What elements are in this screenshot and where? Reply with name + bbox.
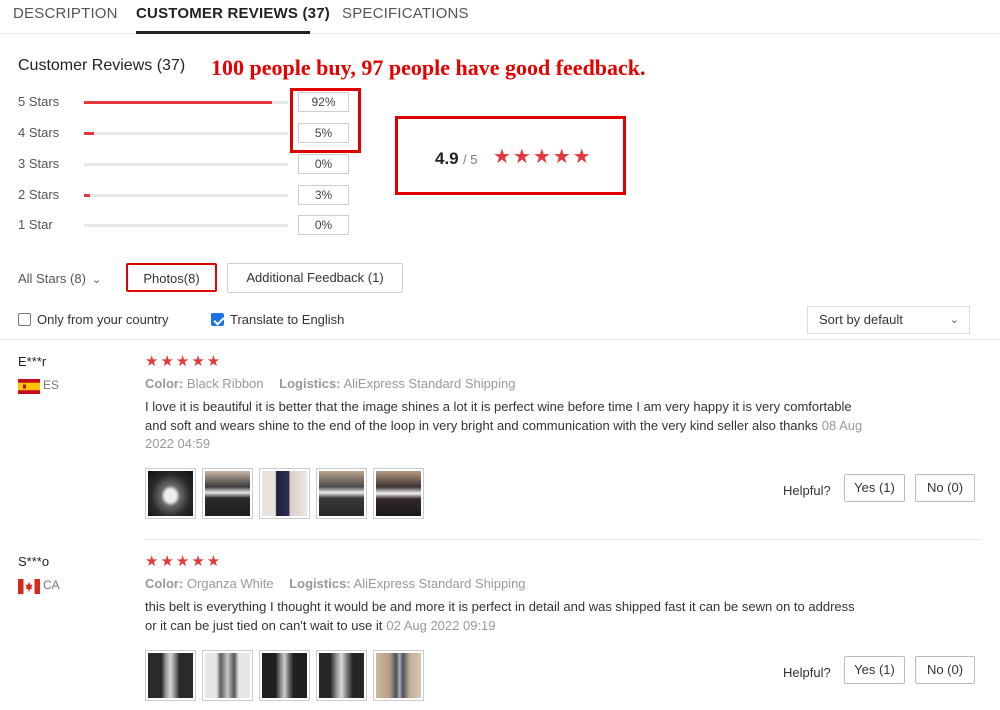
review-photo-thumbnail[interactable] xyxy=(202,468,253,519)
review-item: E***r ES ★★★★★ Color: Black Ribbon Logis… xyxy=(0,354,1000,534)
divider xyxy=(0,339,1000,340)
helpful-label: Helpful? xyxy=(783,483,831,498)
active-tab-indicator xyxy=(136,31,310,34)
promo-annotation: 100 people buy, 97 people have good feed… xyxy=(211,55,646,80)
rating-percent: 0% xyxy=(298,215,349,235)
review-photo-thumbnail[interactable] xyxy=(202,650,253,701)
review-text: I love it is beautiful it is better that… xyxy=(145,398,865,454)
helpful-label: Helpful? xyxy=(783,665,831,680)
sort-select[interactable]: Sort by default ⌄ xyxy=(807,306,970,334)
canada-flag-icon xyxy=(18,579,40,594)
rating-bar-track xyxy=(84,163,288,166)
color-value: Black Ribbon xyxy=(186,376,264,391)
review-meta: Color: Black Ribbon Logistics: AliExpres… xyxy=(145,376,515,391)
logistics-value: AliExpress Standard Shipping xyxy=(343,376,516,391)
rating-row-1[interactable]: 1 Star 0% xyxy=(0,215,360,237)
helpful-yes-button[interactable]: Yes (1) xyxy=(844,474,905,502)
tab-bar: DESCRIPTION CUSTOMER REVIEWS (37) SPECIF… xyxy=(0,0,1000,34)
average-stars-icon: ★★★★★ xyxy=(493,146,593,168)
average-score: 4.9 xyxy=(435,149,459,168)
review-photo-thumbnail[interactable] xyxy=(373,468,424,519)
review-photo-thumbnail[interactable] xyxy=(316,650,367,701)
reviews-summary-title: Customer Reviews (37) xyxy=(18,57,186,74)
rating-row-label: 1 Star xyxy=(18,217,53,232)
rating-bar-track xyxy=(84,224,288,227)
review-stars-icon: ★★★★★ xyxy=(145,553,223,570)
rating-row-label: 2 Stars xyxy=(18,187,60,202)
photos-filter-button[interactable]: Photos(8) xyxy=(126,263,217,292)
review-photo-thumbnail[interactable] xyxy=(259,468,310,519)
rating-bar-fill xyxy=(84,101,272,104)
logistics-label: Logistics: xyxy=(279,376,341,391)
helpful-yes-button[interactable]: Yes (1) xyxy=(844,656,905,684)
logistics-label: Logistics: xyxy=(289,576,351,591)
rating-row-label: 3 Stars xyxy=(18,156,60,171)
review-photo-thumbnail[interactable] xyxy=(259,650,310,701)
only-country-checkbox[interactable] xyxy=(18,313,31,326)
translate-checkbox[interactable] xyxy=(211,313,224,326)
reviewer-country: ES xyxy=(43,378,60,392)
review-item: S***o CA ★★★★★ Color: Organza White Logi… xyxy=(0,554,1000,710)
rating-row-3[interactable]: 3 Stars 0% xyxy=(0,154,360,176)
translate-option[interactable]: Translate to English xyxy=(211,312,344,327)
only-country-label: Only from your country xyxy=(37,312,169,327)
highlight-box-percentages xyxy=(290,88,361,153)
chevron-down-icon: ⌄ xyxy=(91,274,102,286)
review-date: 02 Aug 2022 09:19 xyxy=(386,617,496,633)
rating-bar-track xyxy=(84,101,288,104)
sort-value: Sort by default xyxy=(819,312,903,327)
tab-specifications[interactable]: SPECIFICATIONS xyxy=(342,5,469,22)
translate-label: Translate to English xyxy=(230,312,345,327)
tab-description[interactable]: DESCRIPTION xyxy=(13,5,118,22)
review-meta: Color: Organza White Logistics: AliExpre… xyxy=(145,576,526,591)
rating-row-label: 4 Stars xyxy=(18,125,60,140)
all-stars-dropdown[interactable]: All Stars (8) ⌄ xyxy=(18,271,101,286)
color-value: Organza White xyxy=(186,576,274,591)
review-photos xyxy=(145,650,424,701)
color-label: Color: xyxy=(145,376,184,391)
rating-percent: 0% xyxy=(298,154,349,174)
helpful-no-button[interactable]: No (0) xyxy=(915,474,975,502)
rating-row-label: 5 Stars xyxy=(18,94,60,109)
review-body: I love it is beautiful it is better that… xyxy=(145,399,852,433)
review-photo-thumbnail[interactable] xyxy=(145,468,196,519)
all-stars-label: All Stars (8) xyxy=(18,271,86,286)
only-country-option[interactable]: Only from your country xyxy=(18,312,169,327)
review-photos xyxy=(145,468,424,519)
review-photo-thumbnail[interactable] xyxy=(316,468,367,519)
rating-percent: 3% xyxy=(298,185,349,205)
review-photo-thumbnail[interactable] xyxy=(145,650,196,701)
rating-row-2[interactable]: 2 Stars 3% xyxy=(0,185,360,207)
reviewer-name: E***r xyxy=(18,354,47,369)
review-text: this belt is everything I thought it wou… xyxy=(145,598,865,635)
chevron-down-icon: ⌄ xyxy=(949,314,959,326)
review-photo-thumbnail[interactable] xyxy=(373,650,424,701)
rating-bar-fill xyxy=(84,132,95,135)
reviewer-country: CA xyxy=(43,578,60,592)
rating-bar-track xyxy=(84,132,288,135)
reviewer-name: S***o xyxy=(18,554,50,569)
rating-bar-track xyxy=(84,194,288,197)
average-denominator: / 5 xyxy=(463,152,478,167)
review-body: this belt is everything I thought it wou… xyxy=(145,599,855,633)
color-label: Color: xyxy=(145,576,184,591)
divider xyxy=(145,539,980,540)
review-stars-icon: ★★★★★ xyxy=(145,353,223,370)
logistics-value: AliExpress Standard Shipping xyxy=(353,576,526,591)
spain-flag-icon xyxy=(18,379,40,394)
additional-feedback-button[interactable]: Additional Feedback (1) xyxy=(227,263,403,293)
helpful-no-button[interactable]: No (0) xyxy=(915,656,975,684)
tab-customer-reviews[interactable]: CUSTOMER REVIEWS (37) xyxy=(136,5,330,22)
rating-bar-fill xyxy=(84,194,91,197)
